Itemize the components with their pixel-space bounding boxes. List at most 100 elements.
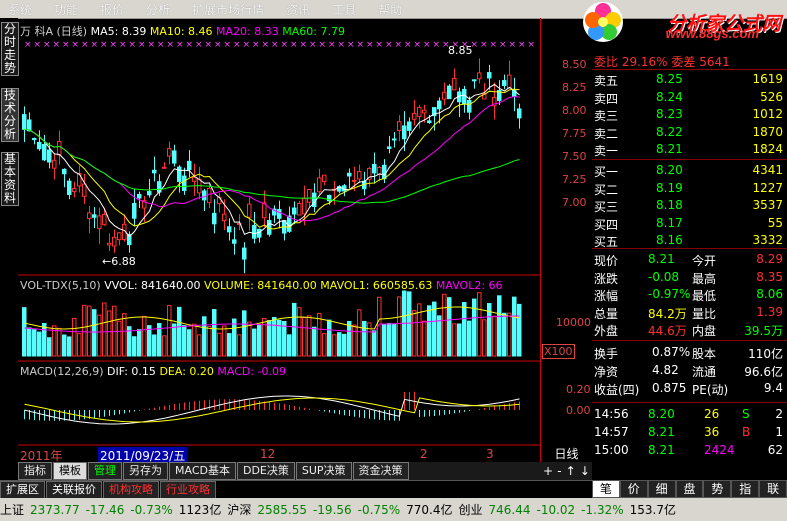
candle-body bbox=[382, 164, 387, 180]
tab-trend[interactable]: 势 bbox=[703, 480, 732, 498]
ytick: 8.25 bbox=[562, 81, 587, 94]
buy-level-price: 8.17 bbox=[656, 215, 683, 230]
volume-bar bbox=[212, 309, 217, 357]
dde-button[interactable]: DDE决策 bbox=[236, 462, 295, 480]
menu-analysis[interactable]: 分析 bbox=[138, 1, 184, 18]
menu-system[interactable]: 系统 bbox=[0, 1, 46, 18]
candle-body bbox=[247, 203, 252, 218]
side-tabs: 分时走势 技术分析 基本资料 bbox=[0, 18, 19, 462]
chart-marker: × bbox=[271, 40, 279, 50]
chart-marker: × bbox=[53, 40, 61, 50]
low-price-mark: ←6.88 bbox=[102, 255, 136, 268]
volume-bar bbox=[242, 310, 247, 357]
tick-row: 15:00 8.21 2424 62 bbox=[592, 442, 787, 459]
save-as-button[interactable]: 另存为 bbox=[123, 462, 168, 480]
volume-bar bbox=[337, 332, 342, 357]
quote-label: 内盘 bbox=[692, 324, 717, 338]
candle-body bbox=[57, 141, 62, 156]
tab-price[interactable]: 价 bbox=[619, 480, 648, 498]
chart-marker: × bbox=[376, 40, 384, 50]
sell-level-volume: 1012 bbox=[752, 107, 783, 121]
arrow-down-icon[interactable]: ↓ bbox=[580, 464, 590, 478]
candle-body bbox=[137, 194, 142, 199]
volume-bar bbox=[162, 335, 167, 357]
chart-marker: × bbox=[528, 40, 536, 50]
tab-inst-strategy[interactable]: 机构攻略 bbox=[103, 481, 159, 499]
chart-marker: × bbox=[480, 40, 488, 50]
tab-intraday[interactable]: 分时走势 bbox=[1, 22, 19, 76]
volume-bar bbox=[422, 320, 427, 357]
buy-level-row: 买四 8.17 55 bbox=[592, 215, 787, 232]
zoom-out-icon[interactable]: - bbox=[557, 464, 561, 478]
macd-basic-button[interactable]: MACD基本 bbox=[169, 462, 236, 480]
vol-ytick: 10000 bbox=[556, 316, 591, 329]
tab-link[interactable]: 联 bbox=[759, 480, 787, 498]
candle-body bbox=[42, 143, 47, 161]
zoom-in-icon[interactable]: + bbox=[543, 464, 553, 478]
sz-pct: -0.75% bbox=[357, 502, 401, 517]
candle-body bbox=[467, 99, 472, 113]
sup-button[interactable]: SUP决策 bbox=[295, 462, 352, 480]
quote-value: 8.21 bbox=[648, 252, 675, 266]
menu-tools[interactable]: 工具 bbox=[324, 1, 370, 18]
sell-level-row: 卖五 8.25 1619 bbox=[592, 71, 787, 88]
quote-value: -0.97% bbox=[648, 287, 691, 301]
volume-bar bbox=[467, 320, 472, 357]
kline-chart-svg[interactable]: × × × × × × × × × × × × × × × × × × × × × × × × × × × × × × × × × × × × × × × ×… bbox=[18, 18, 540, 446]
site-logo: 分析家公式网 www.88gs.com bbox=[581, 0, 787, 44]
arrow-up-icon[interactable]: ↑ bbox=[566, 464, 576, 478]
candle-body bbox=[82, 183, 87, 197]
tab-index[interactable]: 指 bbox=[731, 480, 760, 498]
order-ratio-row: 委比 29.16% 委差 5641 bbox=[592, 52, 787, 69]
fund-label: 净资 bbox=[594, 365, 619, 379]
tab-board[interactable]: 盘 bbox=[675, 480, 704, 498]
fund-button[interactable]: 资金决策 bbox=[352, 462, 409, 480]
logo-url: www.88gs.com bbox=[665, 26, 759, 41]
quote-row: 现价 8.21 今开 8.29 bbox=[592, 251, 787, 268]
template-button[interactable]: 模板 bbox=[53, 462, 87, 480]
volume-bar bbox=[502, 312, 507, 357]
sz-value: 2585.55 bbox=[257, 502, 307, 517]
tab-detail[interactable]: 细 bbox=[647, 480, 676, 498]
candle-body bbox=[502, 80, 507, 86]
volume-bar bbox=[437, 315, 442, 357]
tab-ext-area[interactable]: 扩展区 bbox=[0, 481, 45, 499]
candle-body bbox=[307, 189, 312, 203]
menu-ext-market[interactable]: 扩展市场行情 bbox=[184, 1, 278, 18]
chart-area[interactable]: 万 科A (日线) MA5: 8.39 MA10: 8.46 MA20: 8.3… bbox=[18, 18, 541, 462]
indicator-button[interactable]: 指标 bbox=[18, 462, 52, 480]
volume-bar bbox=[307, 315, 312, 357]
volume-bar bbox=[472, 298, 477, 357]
macd-ytick: 0.00 bbox=[566, 404, 591, 417]
volume-bar bbox=[362, 320, 367, 357]
volume-bar bbox=[267, 320, 272, 357]
x-month-2: 2 bbox=[420, 447, 428, 461]
chart-marker: × bbox=[252, 40, 260, 50]
volume-bar bbox=[512, 296, 517, 357]
volume-bar bbox=[22, 307, 27, 357]
manage-button[interactable]: 管理 bbox=[88, 462, 122, 480]
tab-ticks[interactable]: 笔 bbox=[592, 480, 620, 498]
menu-function[interactable]: 功能 bbox=[46, 1, 92, 18]
tab-related-quote[interactable]: 关联报价 bbox=[46, 481, 102, 499]
status-bar: 上证 2373.77 -17.46 -0.73% 1123亿 沪深 2585.5… bbox=[0, 498, 787, 521]
ytick: 7.25 bbox=[562, 173, 587, 186]
quote-label: 最高 bbox=[692, 271, 717, 286]
quote-label: 量比 bbox=[692, 306, 717, 321]
volume-bar bbox=[192, 323, 197, 357]
volume-bar bbox=[82, 304, 87, 357]
menu-help[interactable]: 帮助 bbox=[370, 1, 416, 18]
tab-technical[interactable]: 技术分析 bbox=[1, 88, 19, 142]
candle-body bbox=[102, 214, 107, 226]
volume-bar bbox=[462, 302, 467, 357]
period-label[interactable]: 日线 bbox=[541, 446, 592, 462]
candle-body bbox=[372, 163, 377, 174]
menu-quote[interactable]: 报价 bbox=[92, 1, 138, 18]
tab-fundamental[interactable]: 基本资料 bbox=[1, 152, 19, 206]
mavol1-label: MAVOL1: 660585.63 bbox=[320, 279, 433, 292]
sell-level-volume: 1870 bbox=[752, 124, 783, 139]
volume-bar bbox=[342, 333, 347, 357]
menu-info[interactable]: 资讯 bbox=[278, 1, 324, 18]
candle-body bbox=[447, 85, 452, 100]
tab-sector-strategy[interactable]: 行业攻略 bbox=[160, 481, 216, 499]
